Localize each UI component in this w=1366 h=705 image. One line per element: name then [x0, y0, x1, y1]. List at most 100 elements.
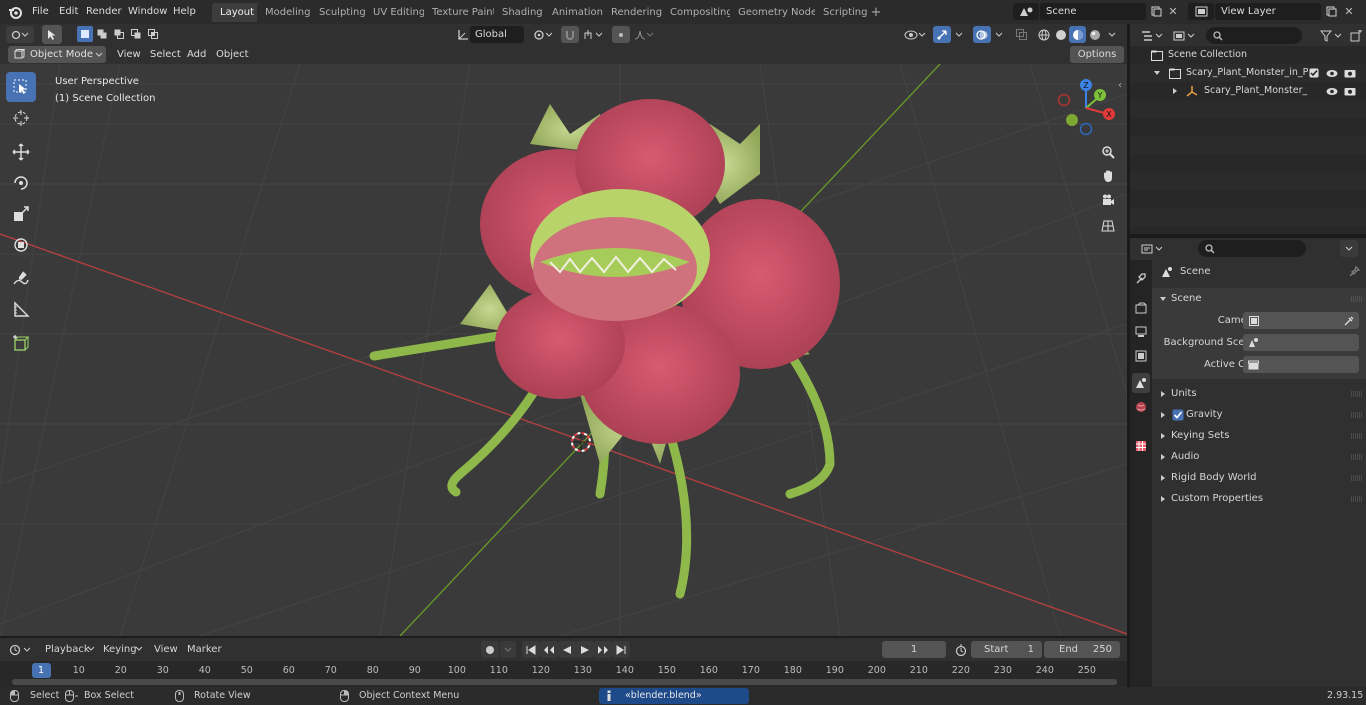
- audio-panel-header[interactable]: Audio: [1152, 446, 1366, 467]
- visibility-eye-icon[interactable]: [1325, 67, 1339, 79]
- tab-world-icon[interactable]: [1132, 397, 1150, 417]
- tab-tool-icon[interactable]: [1132, 268, 1150, 288]
- tab-layout[interactable]: Layout: [212, 3, 262, 22]
- remove-view-layer-icon[interactable]: ✕: [1342, 3, 1356, 20]
- tab-animation[interactable]: Animation: [544, 3, 611, 22]
- menu-view[interactable]: View: [112, 46, 146, 63]
- menu-timeline-view[interactable]: View: [149, 641, 183, 658]
- shading-material-preview-icon[interactable]: [1069, 26, 1086, 43]
- editor-type-icon[interactable]: [6, 26, 34, 43]
- keying-sets-panel-header[interactable]: Keying Sets: [1152, 425, 1366, 446]
- new-view-layer-icon[interactable]: [1323, 3, 1339, 20]
- tab-uv-editing[interactable]: UV Editing: [365, 3, 434, 22]
- pivot-point-icon[interactable]: [530, 26, 556, 43]
- start-frame-field[interactable]: Start 1: [971, 641, 1042, 658]
- new-collection-icon[interactable]: [1348, 27, 1364, 44]
- select-extend-icon[interactable]: [94, 26, 110, 42]
- snap-target-icon[interactable]: [580, 26, 606, 43]
- menu-marker[interactable]: Marker: [182, 641, 227, 658]
- properties-options-chevron-icon[interactable]: [1340, 240, 1358, 257]
- blender-logo-icon[interactable]: [6, 3, 24, 21]
- select-new-icon[interactable]: [77, 26, 93, 42]
- gravity-drag-handle-icon[interactable]: [1350, 411, 1362, 419]
- keying-sets-drag-handle-icon[interactable]: [1350, 432, 1362, 440]
- properties-editor-type-icon[interactable]: [1138, 240, 1166, 257]
- expand-chevron-down-icon[interactable]: [1152, 68, 1162, 78]
- shading-solid-icon[interactable]: [1052, 26, 1069, 43]
- tab-output-icon[interactable]: [1132, 322, 1150, 342]
- preview-range-stopwatch-icon[interactable]: [953, 641, 969, 658]
- sidebar-toggle-icon[interactable]: ‹: [1118, 80, 1128, 94]
- timeline-editor-type-icon[interactable]: [6, 641, 34, 658]
- select-subtract-icon[interactable]: [111, 26, 127, 42]
- gizmo-dropdown-icon[interactable]: [952, 26, 966, 43]
- menu-window[interactable]: Window: [122, 3, 173, 20]
- shading-dropdown-icon[interactable]: [1105, 26, 1119, 43]
- menu-file[interactable]: File: [26, 3, 55, 20]
- perspective-toggle-icon[interactable]: [1097, 215, 1119, 237]
- select-invert-icon[interactable]: [128, 26, 144, 42]
- add-cube-tool-icon[interactable]: [6, 329, 36, 359]
- outliner-row-collection[interactable]: Scary_Plant_Monster_in_Pot_(: [1130, 64, 1366, 82]
- gravity-panel-header[interactable]: Gravity: [1152, 404, 1366, 425]
- rotate-tool-icon[interactable]: [6, 168, 36, 198]
- tab-compositing[interactable]: Compositing: [662, 3, 741, 22]
- end-frame-field[interactable]: End 250: [1044, 641, 1120, 658]
- timeline-scrollbar[interactable]: [12, 679, 1117, 685]
- current-frame-field[interactable]: 1: [882, 641, 946, 658]
- object-render-camera-icon[interactable]: [1343, 85, 1357, 97]
- add-workspace-icon[interactable]: +: [869, 5, 883, 20]
- scene-selector-icon[interactable]: [1013, 3, 1039, 20]
- units-panel-header[interactable]: Units: [1152, 383, 1366, 404]
- status-report-banner[interactable]: «blender.blend» сохранено: [599, 688, 749, 705]
- select-intersect-icon[interactable]: [145, 26, 161, 42]
- move-tool-icon[interactable]: [6, 137, 36, 167]
- active-clip-field[interactable]: [1243, 356, 1359, 373]
- jump-to-keyframe-back-icon[interactable]: [540, 641, 558, 658]
- show-gizmo-icon[interactable]: [933, 26, 951, 43]
- object-visibility-eye-icon[interactable]: [1325, 85, 1339, 97]
- tab-rendering[interactable]: Rendering: [603, 3, 671, 22]
- proportional-falloff-icon[interactable]: [631, 26, 657, 43]
- menu-select[interactable]: Select: [145, 46, 186, 63]
- menu-render[interactable]: Render: [80, 3, 128, 20]
- jump-to-end-icon[interactable]: [612, 641, 630, 658]
- jump-to-keyframe-forward-icon[interactable]: [594, 641, 612, 658]
- audio-drag-handle-icon[interactable]: [1350, 453, 1362, 461]
- view-layer-selector-icon[interactable]: [1188, 3, 1214, 20]
- exclude-checkbox-icon[interactable]: [1309, 68, 1319, 78]
- tab-view-layer-icon[interactable]: [1132, 346, 1150, 366]
- outliner-editor-type-icon[interactable]: [1138, 27, 1166, 44]
- proportional-editing-icon[interactable]: [612, 26, 630, 43]
- auto-keying-icon[interactable]: [481, 641, 499, 658]
- 3d-cursor-icon[interactable]: [569, 430, 593, 454]
- pin-icon[interactable]: [1348, 265, 1361, 278]
- outliner-search-input[interactable]: [1206, 27, 1302, 44]
- overlays-dropdown-icon[interactable]: [992, 26, 1006, 43]
- units-drag-handle-icon[interactable]: [1350, 390, 1362, 398]
- camera-view-icon[interactable]: [1097, 189, 1119, 211]
- options-button[interactable]: Options: [1070, 46, 1124, 63]
- jump-to-start-icon[interactable]: [522, 641, 540, 658]
- 3d-viewport[interactable]: User Perspective (1) Scene Collection Z …: [0, 64, 1127, 636]
- render-camera-icon[interactable]: [1343, 67, 1357, 79]
- tab-scene-icon[interactable]: [1132, 373, 1150, 393]
- tab-render-icon[interactable]: [1132, 298, 1150, 318]
- timeline-track[interactable]: 1 10 20 30 40 50 60 70 80 90 100 110 120 130 140 150 160…: [0, 661, 1127, 687]
- tab-modeling[interactable]: Modeling: [257, 3, 319, 22]
- show-overlays-icon[interactable]: [973, 26, 991, 43]
- drag-handle-icon[interactable]: [1350, 295, 1362, 303]
- view-layer-name-field[interactable]: View Layer: [1215, 3, 1321, 20]
- snap-toggle-icon[interactable]: [561, 26, 579, 43]
- play-icon[interactable]: [576, 641, 594, 658]
- outliner-row-scene-collection[interactable]: Scene Collection: [1130, 46, 1366, 64]
- keying-options-icon[interactable]: [500, 641, 516, 658]
- eyedropper-icon[interactable]: [1343, 315, 1354, 326]
- outliner-row-object[interactable]: Scary_Plant_Monster_in_I: [1130, 82, 1366, 100]
- menu-object[interactable]: Object: [211, 46, 254, 63]
- background-scene-field[interactable]: [1243, 334, 1359, 351]
- visibility-selectability-icon[interactable]: [902, 26, 928, 43]
- navigation-gizmo[interactable]: Z Y X: [1052, 74, 1122, 144]
- zoom-view-icon[interactable]: [1097, 141, 1119, 163]
- cursor-tool-icon[interactable]: [6, 103, 36, 133]
